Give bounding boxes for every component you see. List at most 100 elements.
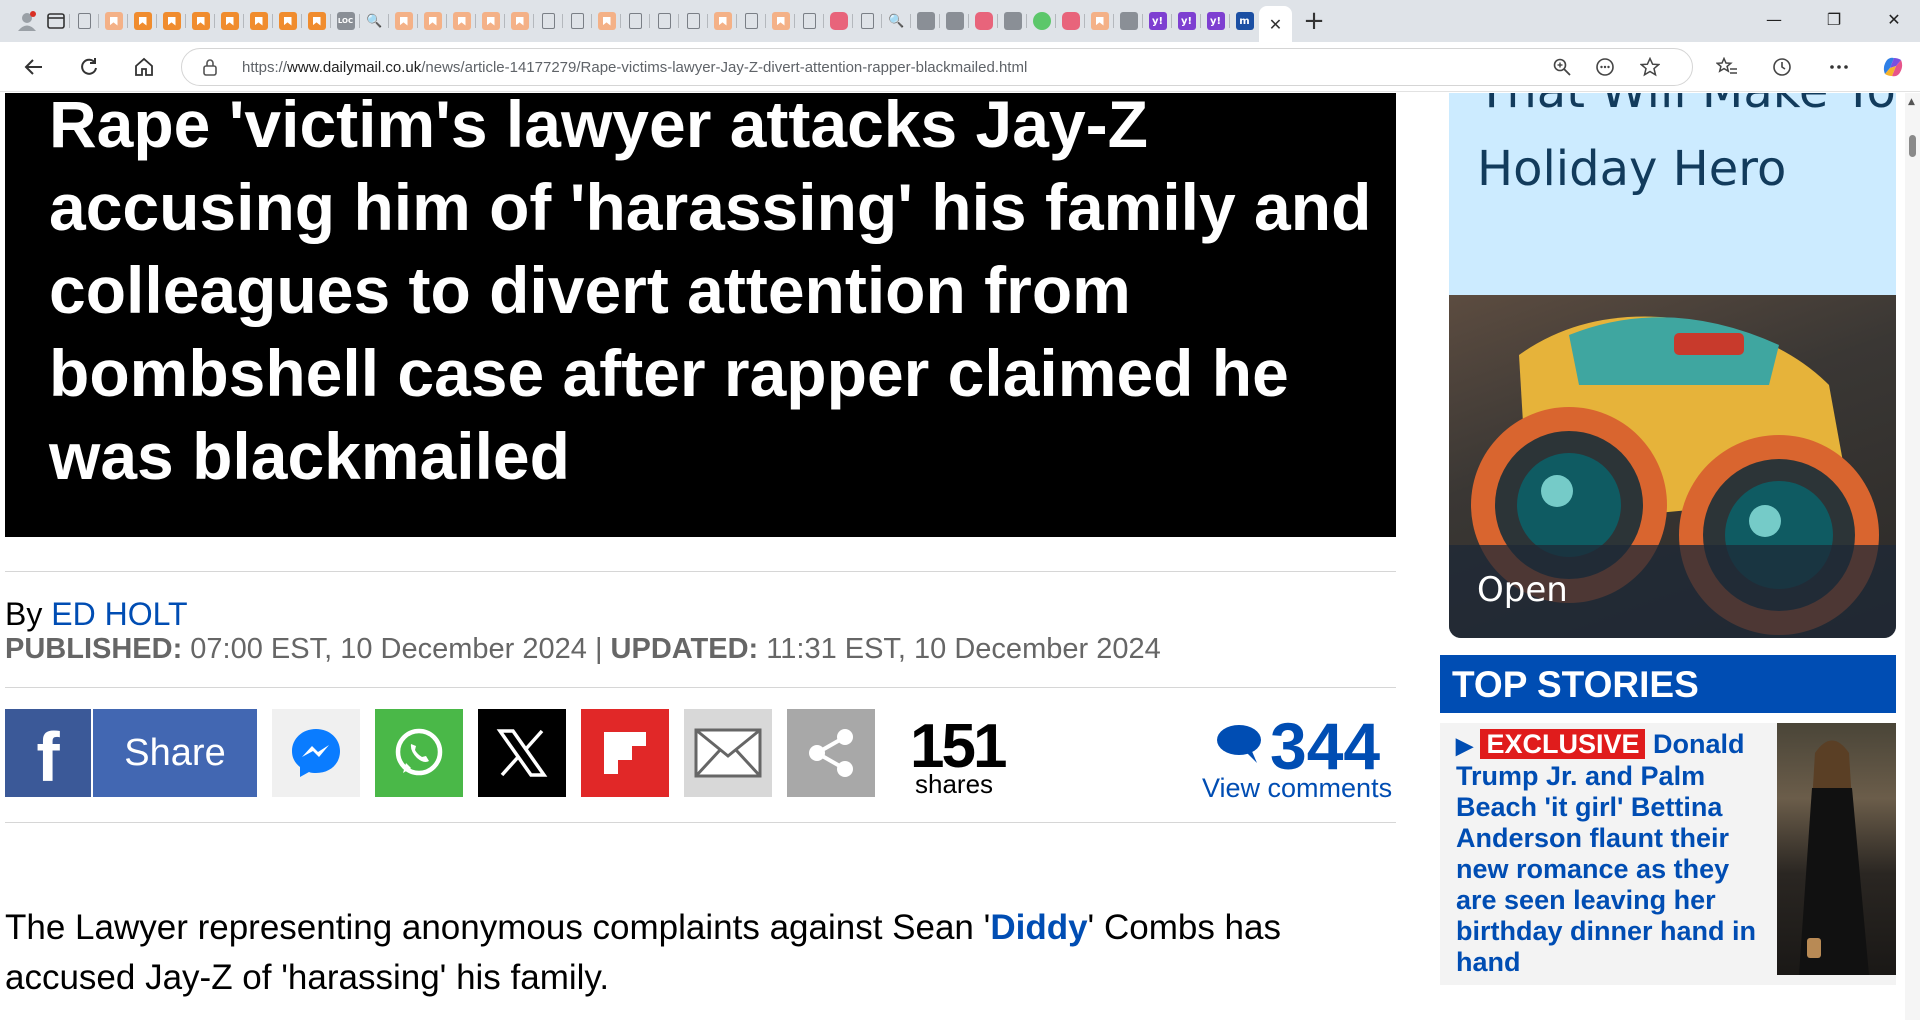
email-icon (694, 728, 762, 778)
whatsapp-share-button[interactable] (375, 709, 463, 797)
facebook-share-button[interactable]: f Share (5, 709, 257, 797)
new-tab-button[interactable]: + (1292, 5, 1336, 37)
tab-bookmark[interactable] (708, 5, 737, 37)
tab-app[interactable] (940, 5, 969, 37)
published-label: PUBLISHED: (5, 633, 183, 665)
top-stories-title: TOP STORIES (1452, 664, 1699, 705)
page-scrollbar[interactable]: ▲ (1905, 93, 1920, 1020)
tab-bookmark[interactable] (157, 5, 186, 37)
tab-actions-icon[interactable] (41, 5, 70, 37)
tab-bookmark[interactable] (215, 5, 244, 37)
messenger-share-button[interactable] (272, 709, 360, 797)
tab-bookmark[interactable] (244, 5, 273, 37)
zoom-icon[interactable] (1545, 51, 1579, 83)
tab-bookmark[interactable] (389, 5, 418, 37)
tab-play[interactable] (1027, 5, 1056, 37)
scroll-up-arrow-icon[interactable]: ▲ (1908, 97, 1915, 107)
tab-dailymail[interactable]: m (1230, 5, 1259, 37)
more-share-button[interactable] (787, 709, 875, 797)
back-button[interactable] (17, 51, 51, 83)
favorites-icon[interactable] (1710, 51, 1744, 83)
top-story-item[interactable]: ▶ EXCLUSIVE Donald Trump Jr. and Palm Be… (1440, 723, 1896, 985)
minimize-button[interactable]: — (1744, 0, 1804, 38)
tab-bookmark[interactable] (273, 5, 302, 37)
tab-bookmark[interactable] (186, 5, 215, 37)
home-button[interactable] (127, 51, 161, 83)
ad-headline-top: That Will Make You (1477, 93, 1896, 119)
headline-banner: Rape 'victim's lawyer attacks Jay-Z accu… (5, 93, 1396, 537)
tab-doc[interactable] (853, 5, 882, 37)
x-share-button[interactable] (478, 709, 566, 797)
share-label: Share (124, 731, 226, 774)
lock-icon[interactable] (202, 58, 218, 76)
tab-app[interactable] (1114, 5, 1143, 37)
tab-bookmark[interactable] (99, 5, 128, 37)
story-headline: Donald Trump Jr. and Palm Beach 'it girl… (1456, 729, 1757, 977)
flipboard-share-button[interactable] (581, 709, 669, 797)
tab-video[interactable] (824, 5, 853, 37)
close-window-button[interactable]: ✕ (1864, 0, 1920, 38)
tab-doc[interactable] (679, 5, 708, 37)
tab-app[interactable] (911, 5, 940, 37)
tab-bookmark[interactable] (592, 5, 621, 37)
copilot-icon[interactable] (1876, 51, 1910, 83)
read-aloud-icon[interactable] (1588, 51, 1622, 83)
scrollbar-thumb[interactable] (1909, 135, 1916, 157)
top-story-link[interactable]: ▶ EXCLUSIVE Donald Trump Jr. and Palm Be… (1456, 729, 1766, 978)
arrow-right-icon: ▶ (1456, 733, 1473, 758)
tab-bookmark[interactable] (476, 5, 505, 37)
tab-loc[interactable]: LOC (331, 5, 360, 37)
advertisement[interactable]: That Will Make You Holiday Hero Open (1449, 93, 1896, 638)
tab-bookmark[interactable] (1085, 5, 1114, 37)
email-share-button[interactable] (684, 709, 772, 797)
byline-prefix: By (5, 596, 52, 632)
tab-doc[interactable] (737, 5, 766, 37)
restore-button[interactable]: ❐ (1804, 0, 1864, 38)
published-date: 07:00 EST, 10 December 2024 (182, 633, 595, 665)
more-menu-icon[interactable] (1822, 51, 1856, 83)
tab-doc[interactable] (563, 5, 592, 37)
facebook-icon: f (5, 709, 93, 797)
tab-video[interactable] (969, 5, 998, 37)
tab-doc[interactable] (70, 5, 99, 37)
tab-bookmark[interactable] (418, 5, 447, 37)
tab-doc[interactable] (534, 5, 563, 37)
article-dates: PUBLISHED: 07:00 EST, 10 December 2024 |… (5, 633, 1161, 666)
favorite-star-icon[interactable] (1633, 51, 1667, 83)
tab-yahoo[interactable]: y! (1172, 5, 1201, 37)
tab-strip: LOC 🔍 🔍 y! y! y! m ✕ + — ❐ ✕ (0, 0, 1920, 42)
address-bar[interactable]: https://www.dailymail.co.uk/news/article… (181, 48, 1693, 86)
ad-open-button[interactable]: Open (1449, 545, 1896, 638)
tab-bookmark[interactable] (128, 5, 157, 37)
tab-bookmark[interactable] (766, 5, 795, 37)
author-link[interactable]: ED HOLT (51, 596, 187, 632)
view-comments-link[interactable]: View comments (1202, 773, 1392, 804)
top-stories-header: TOP STORIES (1440, 655, 1896, 713)
tab-bookmark[interactable] (447, 5, 476, 37)
history-icon[interactable] (1765, 51, 1799, 83)
comment-bubble-icon[interactable] (1215, 721, 1263, 765)
whatsapp-icon (395, 728, 443, 776)
updated-date: 11:31 EST, 10 December 2024 (758, 633, 1161, 665)
web-page: Rape 'victim's lawyer attacks Jay-Z accu… (0, 93, 1905, 1020)
tab-search[interactable]: 🔍 (882, 5, 911, 37)
profile-avatar-icon[interactable] (12, 5, 41, 37)
diddy-link[interactable]: Diddy (990, 908, 1087, 947)
exclusive-badge: EXCLUSIVE (1480, 729, 1646, 759)
tab-bookmark[interactable] (302, 5, 331, 37)
tab-bookmark[interactable] (505, 5, 534, 37)
active-tab-close-button[interactable]: ✕ (1259, 6, 1292, 42)
tab-yahoo[interactable]: y! (1201, 5, 1230, 37)
tab-doc[interactable] (795, 5, 824, 37)
story-thumbnail[interactable] (1777, 723, 1896, 975)
tab-doc[interactable] (650, 5, 679, 37)
tab-doc[interactable] (621, 5, 650, 37)
tab-search[interactable]: 🔍 (360, 5, 389, 37)
tab-yahoo[interactable]: y! (1143, 5, 1172, 37)
tab-video[interactable] (1056, 5, 1085, 37)
body-text-part1: The Lawyer representing anonymous compla… (5, 908, 991, 947)
refresh-button[interactable] (72, 51, 106, 83)
messenger-icon (292, 729, 340, 777)
tab-app[interactable] (998, 5, 1027, 37)
url-text[interactable]: https://www.dailymail.co.uk/news/article… (242, 59, 1027, 76)
